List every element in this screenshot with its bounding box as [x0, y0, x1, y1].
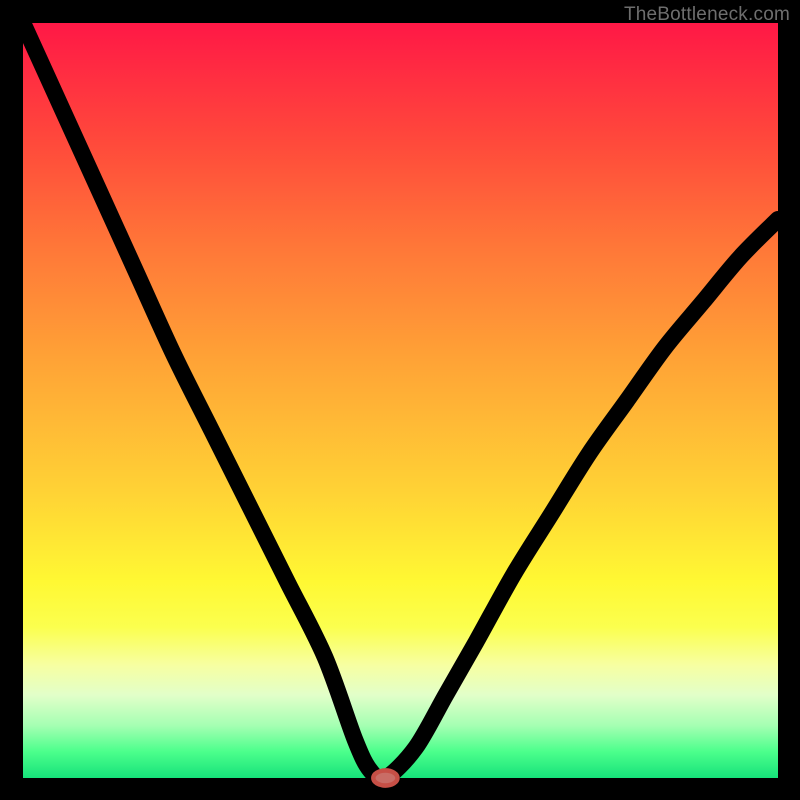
minimum-marker	[373, 770, 397, 785]
bottleneck-curve	[23, 23, 778, 779]
chart-frame: TheBottleneck.com	[0, 0, 800, 800]
plot-area	[23, 23, 778, 778]
curve-svg	[23, 23, 778, 778]
